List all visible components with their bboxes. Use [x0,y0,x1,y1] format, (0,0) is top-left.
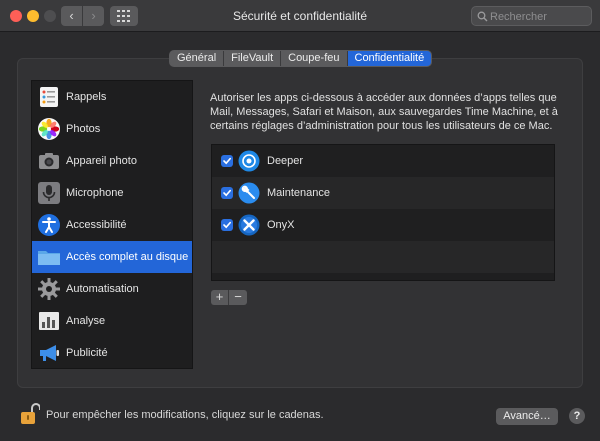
permission-description: Autoriser les apps ci-dessous à accéder … [210,92,558,132]
app-name: Maintenance [267,187,330,199]
zoom-window-button[interactable] [44,10,56,22]
sidebar-item-label: Photos [66,123,101,135]
app-checkbox-onyx[interactable] [221,219,233,231]
sidebar-item-label: Microphone [66,187,124,199]
accessibility-icon [38,214,60,236]
sidebar-item-label: Analyse [66,315,106,327]
list-item[interactable]: Deeper [212,145,554,177]
sidebar-item-label: Publicité [66,347,108,359]
sidebar-item-analytics[interactable]: Analyse [32,305,192,337]
add-remove-control: + − [211,290,247,305]
sidebar-item-reminders[interactable]: Rappels [32,81,192,113]
chevron-right-icon: › [91,8,96,23]
search-field[interactable] [471,6,592,26]
sidebar-item-microphone[interactable]: Microphone [32,177,192,209]
title-bar: ‹ › Sécurité et confidentialité [0,0,600,32]
sidebar-item-photos[interactable]: Photos [32,113,192,145]
search-icon [477,11,488,22]
sidebar-item-label: Automatisation [66,283,139,295]
sidebar-item-label: Accessibilité [66,219,127,231]
app-name: OnyX [267,219,295,231]
minimize-window-button[interactable] [27,10,39,22]
window-title: Sécurité et confidentialité [232,9,368,23]
chevron-left-icon: ‹ [69,8,74,23]
sidebar-item-label: Appareil photo [66,155,137,167]
list-empty-row [212,241,554,273]
app-name: Deeper [267,155,304,167]
lock-icon[interactable] [20,402,40,426]
deeper-icon [238,150,260,172]
close-window-button[interactable] [10,10,22,22]
camera-icon [39,153,59,169]
remove-app-button[interactable]: − [229,290,247,305]
list-item[interactable]: Maintenance [212,177,554,209]
maintenance-icon [238,182,260,204]
checkmark-icon [223,157,231,165]
tab-firewall[interactable]: Coupe-feu [281,51,348,66]
forward-button[interactable]: › [83,6,104,26]
sidebar-item-label: Accès complet au disque [66,251,189,263]
checkmark-icon [223,189,231,197]
help-button[interactable]: ? [569,408,585,424]
sidebar-item-advertising[interactable]: Publicité [32,337,192,369]
app-checkbox-maintenance[interactable] [221,187,233,199]
microphone-icon [38,182,60,204]
app-list: Deeper Maintenance OnyX [211,144,555,281]
back-button[interactable]: ‹ [61,6,82,26]
tab-privacy[interactable]: Confidentialité [347,51,432,66]
tab-general[interactable]: Général [170,51,225,66]
gear-icon [38,278,60,300]
show-all-button[interactable] [110,6,138,26]
onyx-icon [238,214,260,236]
app-checkbox-deeper[interactable] [221,155,233,167]
list-item[interactable]: OnyX [212,209,554,241]
checkmark-icon [223,221,231,229]
sidebar-item-accessibility[interactable]: Accessibilité [32,209,192,241]
tab-filevault[interactable]: FileVault [224,51,282,66]
reminders-icon [40,87,58,107]
tab-bar: Général FileVault Coupe-feu Confidential… [169,50,433,67]
folder-icon [38,251,60,265]
add-app-button[interactable]: + [211,290,229,305]
grid-icon [117,10,130,22]
lock-hint: Pour empêcher les modifications, cliquez… [46,409,324,421]
photos-icon [38,118,60,140]
privacy-category-list: Rappels Photos Appareil photo Microphone… [31,80,193,369]
sidebar-item-full-disk-access[interactable]: Accès complet au disque [32,241,192,273]
sidebar-item-camera[interactable]: Appareil photo [32,145,192,177]
megaphone-icon [40,345,59,361]
sidebar-item-automation[interactable]: Automatisation [32,273,192,305]
sidebar-item-label: Rappels [66,91,107,103]
analytics-icon [39,312,59,330]
advanced-button[interactable]: Avancé… [496,408,558,425]
search-input[interactable] [490,9,588,24]
